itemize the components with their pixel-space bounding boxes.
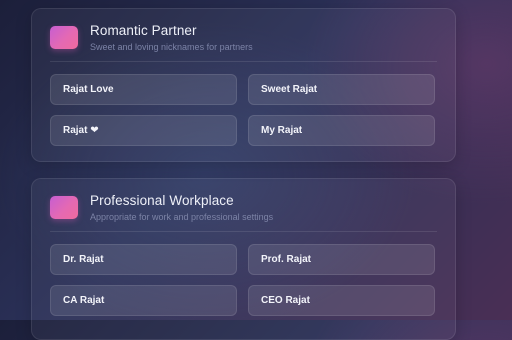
category-card-professional-workplace: Professional Workplace Appropriate for w… xyxy=(31,178,456,340)
card-title: Professional Workplace xyxy=(90,193,234,208)
nickname-button[interactable]: CEO Rajat xyxy=(248,285,435,316)
card-subtitle: Appropriate for work and professional se… xyxy=(90,212,274,222)
nickname-button[interactable]: Rajat ❤ xyxy=(50,115,237,146)
nickname-button[interactable]: Prof. Rajat xyxy=(248,244,435,275)
card-subtitle: Sweet and loving nicknames for partners xyxy=(90,42,253,52)
nickname-button[interactable]: Sweet Rajat xyxy=(248,74,435,105)
nickname-button[interactable]: CA Rajat xyxy=(50,285,237,316)
category-card-romantic-partner: Romantic Partner Sweet and loving nickna… xyxy=(31,8,456,162)
gradient-square-icon xyxy=(50,26,78,49)
card-title: Romantic Partner xyxy=(90,23,197,38)
divider xyxy=(50,231,437,232)
nickname-button[interactable]: Dr. Rajat xyxy=(50,244,237,275)
nickname-button[interactable]: My Rajat xyxy=(248,115,435,146)
nickname-button[interactable]: Rajat Love xyxy=(50,74,237,105)
gradient-square-icon xyxy=(50,196,78,219)
divider xyxy=(50,61,437,62)
